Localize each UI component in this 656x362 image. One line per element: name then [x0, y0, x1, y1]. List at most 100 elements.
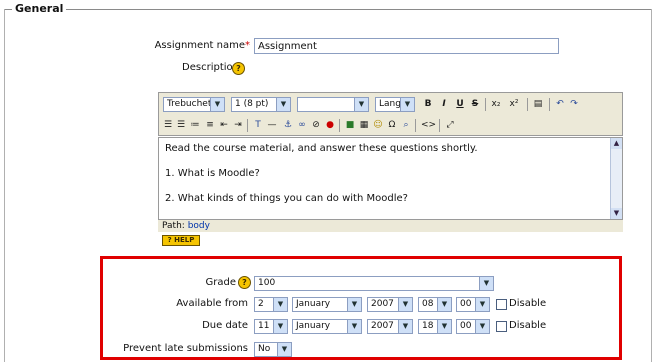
fullscreen-icon[interactable]: ⤢: [445, 119, 455, 132]
unlink-icon[interactable]: ⊘: [311, 119, 321, 132]
search-replace-icon[interactable]: ⌕: [401, 119, 411, 132]
underline-button[interactable]: U: [455, 98, 465, 111]
chevron-down-icon: ▼: [475, 298, 489, 311]
path-label: Path:: [162, 221, 185, 231]
redo-icon[interactable]: ↷: [569, 98, 579, 111]
indent-icon[interactable]: ⇥: [233, 119, 243, 132]
toolbar-separator: [485, 98, 486, 111]
required-mark: *: [245, 40, 250, 51]
align-center-icon[interactable]: ☰: [176, 119, 186, 132]
bold-button[interactable]: B: [423, 98, 433, 111]
editor-paragraph: 1. What is Moodle?: [165, 168, 260, 179]
anchor-icon[interactable]: ⚓: [283, 119, 293, 132]
section-frame-left: [4, 9, 5, 362]
available-hour-value: 08: [422, 299, 434, 309]
outdent-icon[interactable]: ⇤: [219, 119, 229, 132]
language-select[interactable]: Lang ▼: [375, 97, 415, 112]
due-day-select[interactable]: 11 ▼: [254, 319, 288, 334]
prevent-late-select[interactable]: No ▼: [254, 342, 292, 357]
editor-paragraph: 2. What kinds of things you can do with …: [165, 193, 408, 204]
assignment-name-label: Assignment name*: [155, 40, 250, 51]
subscript-button[interactable]: x₂: [491, 98, 501, 111]
available-disable-label: Disable: [509, 298, 547, 309]
available-disable-checkbox[interactable]: [496, 299, 507, 310]
due-month-value: January: [296, 321, 331, 331]
section-divider: [4, 9, 652, 10]
nolink-icon[interactable]: ●: [325, 119, 335, 132]
editor-help-button[interactable]: ? HELP: [162, 235, 200, 246]
description-editor[interactable]: Read the course material, and answer the…: [158, 137, 623, 220]
special-char-icon[interactable]: Ω: [387, 119, 397, 132]
font-family-value: Trebuchet: [167, 99, 212, 109]
grade-value: 100: [258, 278, 276, 288]
toolbar-separator: [415, 119, 416, 132]
chevron-down-icon: ▼: [347, 320, 361, 333]
description-help-icon[interactable]: ?: [232, 62, 245, 75]
due-year-value: 2007: [371, 321, 394, 331]
available-month-value: January: [296, 299, 331, 309]
font-size-value: 1 (8 pt): [235, 99, 269, 109]
due-minute-value: 00: [460, 321, 472, 331]
due-disable-checkbox[interactable]: [496, 321, 507, 332]
toolbar-separator: [549, 98, 550, 111]
align-left-icon[interactable]: ☰: [163, 119, 173, 132]
chevron-down-icon: ▼: [398, 320, 412, 333]
font-size-select[interactable]: 1 (8 pt) ▼: [231, 97, 291, 112]
editor-scrollbar[interactable]: ▲ ▼: [610, 138, 622, 219]
due-minute-select[interactable]: 00 ▼: [456, 319, 490, 334]
due-month-select[interactable]: January ▼: [292, 319, 362, 334]
font-family-select[interactable]: Trebuchet ▼: [163, 97, 225, 112]
scroll-down-icon[interactable]: ▼: [611, 208, 622, 219]
section-legend: General: [12, 2, 67, 15]
available-hour-select[interactable]: 08 ▼: [418, 297, 452, 312]
language-value: Lang: [379, 99, 401, 109]
chevron-down-icon: ▼: [354, 98, 368, 111]
ordered-list-icon[interactable]: ≔: [190, 119, 200, 132]
assignment-name-input[interactable]: Assignment: [254, 38, 559, 54]
insert-image-icon[interactable]: ■: [345, 119, 355, 132]
due-disable-label: Disable: [509, 320, 547, 331]
text-color-icon[interactable]: T: [253, 119, 263, 132]
clean-word-icon[interactable]: ▤: [533, 98, 543, 111]
due-year-select[interactable]: 2007 ▼: [367, 319, 413, 334]
due-day-value: 11: [258, 321, 270, 331]
chevron-down-icon: ▼: [277, 343, 291, 356]
prevent-late-label: Prevent late submissions: [123, 343, 248, 354]
scroll-up-icon[interactable]: ▲: [611, 138, 622, 149]
superscript-button[interactable]: x²: [509, 98, 519, 111]
chevron-down-icon: ▼: [400, 98, 414, 111]
path-link[interactable]: body: [188, 221, 210, 231]
section-frame-right: [651, 9, 652, 362]
unordered-list-icon[interactable]: ≡: [205, 119, 215, 132]
chevron-down-icon: ▼: [276, 98, 290, 111]
chevron-down-icon: ▼: [437, 298, 451, 311]
available-year-select[interactable]: 2007 ▼: [367, 297, 413, 312]
smiley-icon[interactable]: ☺: [373, 119, 383, 132]
strikethrough-button[interactable]: S: [470, 98, 480, 111]
style-select[interactable]: ▼: [297, 97, 369, 112]
editor-path-bar: Path: body: [158, 220, 623, 232]
horizontal-rule-icon[interactable]: —: [267, 119, 277, 132]
toolbar-separator: [247, 119, 248, 132]
grade-label: Grade: [206, 277, 237, 288]
link-icon[interactable]: ∞: [297, 119, 307, 132]
due-hour-select[interactable]: 18 ▼: [418, 319, 452, 334]
assignment-name-label-text: Assignment name: [154, 40, 245, 51]
available-day-value: 2: [258, 299, 264, 309]
chevron-down-icon: ▼: [273, 298, 287, 311]
grade-select[interactable]: 100 ▼: [254, 276, 494, 291]
chevron-down-icon: ▼: [273, 320, 287, 333]
available-from-label: Available from: [176, 298, 248, 309]
editor-paragraph: Read the course material, and answer the…: [165, 143, 478, 154]
chevron-down-icon: ▼: [479, 277, 493, 290]
italic-button[interactable]: I: [439, 98, 449, 111]
html-source-icon[interactable]: <>: [421, 119, 436, 132]
available-minute-select[interactable]: 00 ▼: [456, 297, 490, 312]
available-month-select[interactable]: January ▼: [292, 297, 362, 312]
grade-help-icon[interactable]: ?: [238, 276, 251, 289]
chevron-down-icon: ▼: [475, 320, 489, 333]
available-day-select[interactable]: 2 ▼: [254, 297, 288, 312]
undo-icon[interactable]: ↶: [555, 98, 565, 111]
chevron-down-icon: ▼: [210, 98, 224, 111]
insert-table-icon[interactable]: ▦: [359, 119, 369, 132]
